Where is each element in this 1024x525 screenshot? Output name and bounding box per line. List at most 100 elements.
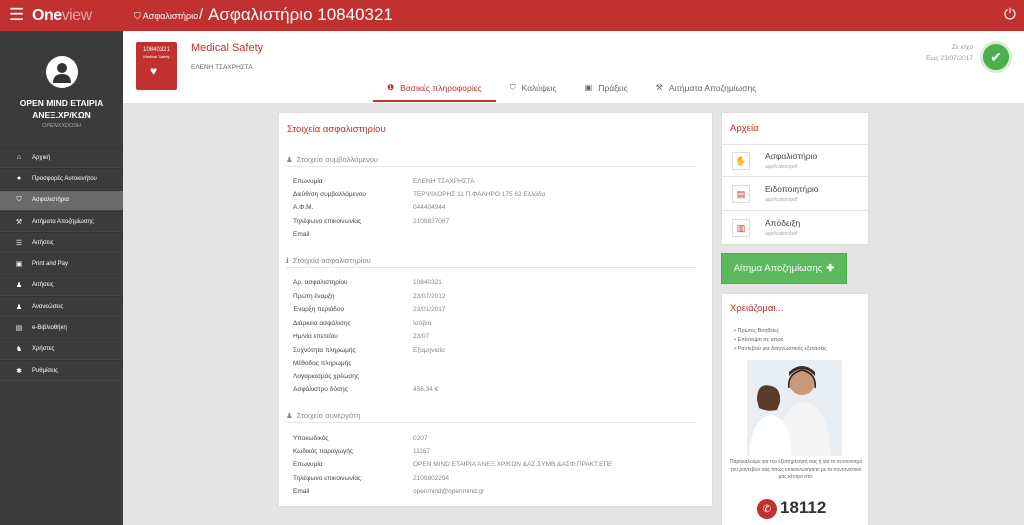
group-icon: ♞ <box>15 346 23 354</box>
user-icon: ♟ <box>286 155 293 164</box>
section-policy: ℹ Στοιχεία ασφαλιστηρίου <box>286 256 696 268</box>
detail-row: Τηλέφωνο επικοινωνίας 2109837067 <box>293 218 450 225</box>
sidebar-item-renewals[interactable]: ♟ Ανανεώσεις <box>0 296 123 318</box>
home-icon: ⌂ <box>16 154 22 162</box>
document-icon: ▤ <box>732 185 750 203</box>
check-icon: ✔ <box>980 41 1012 73</box>
policy-card: 10840321 Medical Safety ♥ <box>136 42 177 90</box>
status-label: Σε ισχύ <box>951 44 973 51</box>
file-item-policy[interactable]: ✋ Ασφαλιστήριο application/pdf <box>722 144 869 177</box>
gear-icon: ✱ <box>16 367 22 375</box>
top-bar: ☰ Oneview ⛉ Ασφαλιστήριο / Ασφαλιστήριο … <box>0 0 1024 31</box>
detail-row: Email openmind@openmind.gr <box>293 488 485 495</box>
print-icon: ▣ <box>15 261 23 269</box>
sidebar-item-requests[interactable]: ♟ Αιτήσεις <box>0 274 123 297</box>
help-list: Πρώτες Βοήθειες Επίσκεψη σε ιατρό Ραντεβ… <box>734 327 827 354</box>
users-icon: ♟ <box>15 303 23 311</box>
company-code: OPENXXDOSH <box>42 123 81 129</box>
policy-holder: ΕΛΕΝΗ ΤΣΑΧΡΗΣΤΑ <box>191 64 253 71</box>
gavel-icon: ⚒ <box>15 218 23 226</box>
circle-icon: ● <box>16 175 22 183</box>
user-icon: ♟ <box>15 282 23 290</box>
list-item: Επίσκεψη σε ιατρό <box>734 336 827 345</box>
heart-icon: ♥ <box>150 64 158 78</box>
tab-actions[interactable]: ▣ Πράξεις <box>571 80 642 102</box>
detail-row: Επωνυμία ΕΛΕΝΗ ΤΣΑΧΡΗΣΤΑ <box>293 178 475 185</box>
help-panel: Χρειάζομαι... Πρώτες Βοήθειες Επίσκεψη σ… <box>721 293 869 525</box>
detail-row: Τηλέφωνο επικοινωνίας 2109802294 <box>293 475 450 482</box>
policy-details-panel: Στοιχεία ασφαλιστηρίου ♟ Στοιχεία συμβαλλ… <box>278 112 713 507</box>
app-logo[interactable]: Oneview <box>32 7 92 25</box>
sidebar: OPEN MIND ΕΤΑΙΡΙΑ ΑΝΕΞ.ΧΡ/ΚΩΝ OPENXXDOSH… <box>0 31 123 525</box>
detail-row: Διάρκεια ασφάλισης Ισόβια <box>293 320 432 327</box>
phone-number[interactable]: 18112 <box>780 498 826 518</box>
book-icon: ▤ <box>15 325 23 333</box>
files-panel: Αρχεία ✋ Ασφαλιστήριο application/pdf ▤ … <box>721 112 869 245</box>
detail-row: Α.Φ.Μ. 044404944 <box>293 204 446 211</box>
avatar[interactable] <box>46 56 78 88</box>
shield-icon: ⛉ <box>134 11 143 21</box>
info-icon: ❶ <box>387 83 395 92</box>
phone-icon: ✆ <box>757 499 777 519</box>
section-agent: ♟ Στοιχεία συνεργάτη <box>286 411 696 423</box>
page-title: Ασφαλιστήριο 10840321 <box>208 5 393 24</box>
panel-title: Στοιχεία ασφαλιστηρίου <box>287 124 386 135</box>
sidebar-item-users[interactable]: ♞ Χρήστες <box>0 338 123 360</box>
product-title: Medical Safety <box>191 42 264 54</box>
breadcrumb-separator: / <box>199 6 204 23</box>
detail-row: Διεύθ/ση συμβαλλόμενου ΤΕΡΨΙΧΟΡΗΣ 11 Π.ΦΑ… <box>293 191 546 198</box>
handshake-icon: ✋ <box>732 152 750 170</box>
help-title: Χρειάζομαι... <box>730 303 784 314</box>
user-icon: ♟ <box>286 411 293 420</box>
user-icon <box>53 63 71 83</box>
tab-coverages[interactable]: ⛉ Καλύψεις <box>496 80 571 102</box>
detail-row: Υποκωδικός 0207 <box>293 435 428 442</box>
receipt-icon: ▥ <box>732 219 750 237</box>
sidebar-item-claims[interactable]: ⚒ Αιτήματα Αποζημίωσης <box>0 210 123 233</box>
sidebar-item-print-and-pay[interactable]: ▣ Print and Pay <box>0 253 123 275</box>
tabs: ❶ Βασικές πληροφορίες ⛉ Καλύψεις ▣ Πράξεις … <box>373 80 770 102</box>
detail-row: Κωδικός παραγωγής 11167 <box>293 448 431 455</box>
detail-row: Πρώτη έναρξη 23/07/2012 <box>293 293 446 300</box>
info-icon: ℹ <box>286 256 289 265</box>
detail-row: Email <box>293 231 310 238</box>
shield-icon: ⛉ <box>509 83 516 92</box>
tab-basic-info[interactable]: ❶ Βασικές πληροφορίες <box>373 80 496 102</box>
detail-row: Αρ. ασφαλιστηρίου 10840321 <box>293 279 442 286</box>
card-number: 10840321 <box>143 47 170 53</box>
shield-icon: ⛉ <box>16 196 22 204</box>
power-icon[interactable]: ⏻ <box>1004 6 1016 23</box>
detail-row: Ημ/νία επετείου 23/07 <box>293 333 430 340</box>
file-item-receipt[interactable]: ▥ Απόδειξη application/pdf <box>722 212 869 245</box>
sidebar-item-settings[interactable]: ✱ Ρυθμίσεις <box>0 359 123 382</box>
menu-icon[interactable]: ☰ <box>9 6 24 24</box>
main-content: 10840321 Medical Safety ♥ Medical Safety… <box>123 31 1024 525</box>
sidebar-item-home[interactable]: ⌂ Αρχική <box>0 147 123 169</box>
detail-row: Ασφάλιστρο δόσης 456,34 € <box>293 386 439 393</box>
file-item-notice[interactable]: ▤ Ειδοποιητήριο application/pdf <box>722 178 869 211</box>
status-date: Εως 23/07/2017 <box>926 55 973 62</box>
company-name: OPEN MIND ΕΤΑΙΡΙΑ ΑΝΕΞ.ΧΡ/ΚΩΝ <box>19 98 104 120</box>
list-item: Ραντεβού για διαγνωστικές εξετάσεις <box>734 345 826 354</box>
plus-icon: ✚ <box>826 263 835 274</box>
list-item: Πρώτες Βοήθειες <box>734 327 827 336</box>
section-insured: ♟ Στοιχεία συμβαλλόμενου <box>286 155 696 167</box>
gavel-icon: ⚒ <box>655 83 663 92</box>
policy-header: 10840321 Medical Safety ♥ Medical Safety… <box>123 31 1024 103</box>
sidebar-item-car-offers[interactable]: ● Προσφορές Αυτοκινήτου <box>0 168 123 190</box>
support-agents-image <box>747 360 842 456</box>
sidebar-item-elibrary[interactable]: ▤ e-Βιβλιοθήκη <box>0 317 123 339</box>
detail-row: Μέθοδος πληρωμής <box>293 360 352 367</box>
claim-request-button[interactable]: Αίτημα Αποζημίωσης ✚ <box>721 253 847 284</box>
detail-row: Έναρξη περιόδου 23/01/2017 <box>293 306 446 313</box>
files-title: Αρχεία <box>730 123 759 134</box>
detail-row: Συχνότητα πληρωμής Εξαμηνιαία <box>293 347 445 354</box>
tab-claims[interactable]: ⚒ Αιτήματα Αποζημίωσης <box>642 80 771 102</box>
help-text: Παρακαλούμε για την εξυπηρέτησή σας ή γι… <box>729 459 863 480</box>
card-product: Medical Safety <box>143 54 170 59</box>
sidebar-item-policies[interactable]: ⛉ Ασφαλιστήρια <box>0 189 123 211</box>
detail-row: Λογαριασμός χρέωσης <box>293 373 360 380</box>
image-icon: ▣ <box>584 83 593 92</box>
sidebar-item-applications[interactable]: ☰ Αιτήσεις <box>0 232 123 254</box>
breadcrumb-link[interactable]: ⛉ Ασφαλιστήριο <box>134 11 198 22</box>
